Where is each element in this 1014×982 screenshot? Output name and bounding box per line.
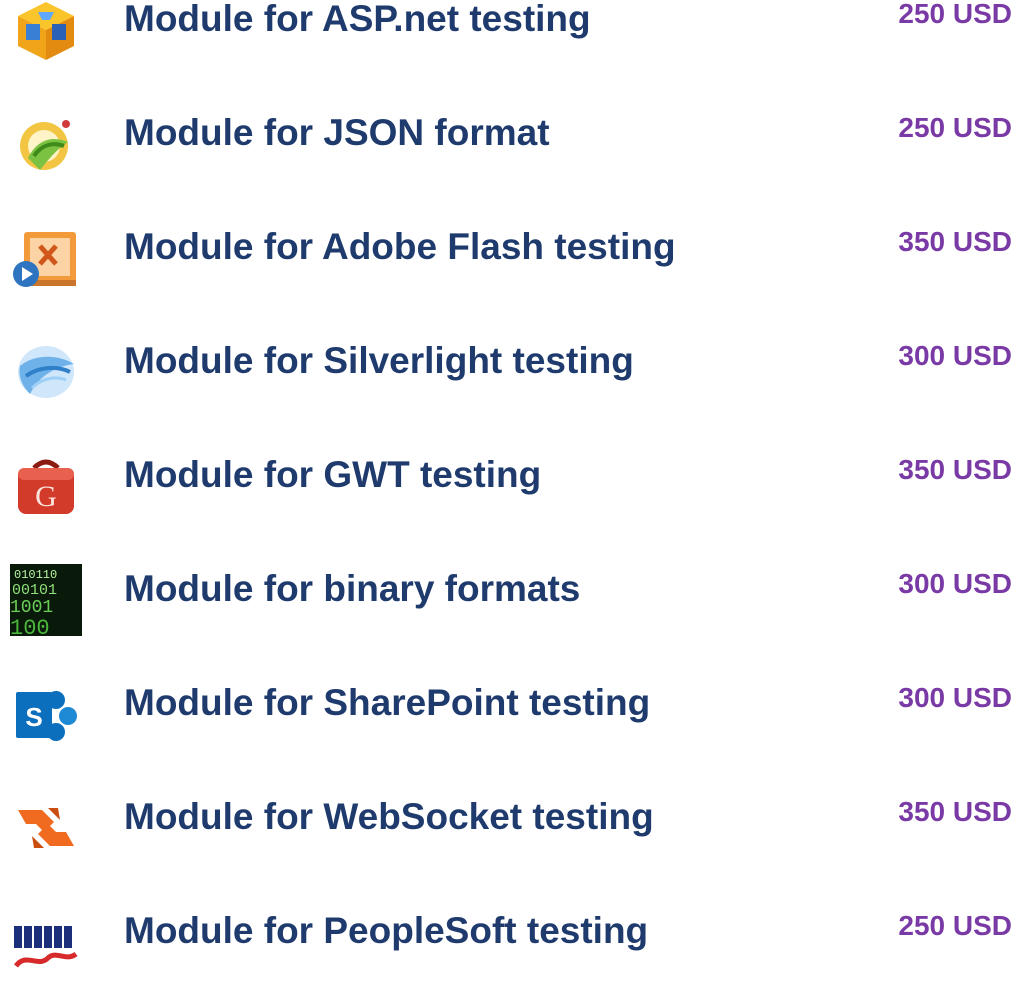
module-row: 010110 00101 1001 100 Module for binary … xyxy=(0,560,1014,640)
svg-text:00101: 00101 xyxy=(12,582,57,599)
module-row: Module for JSON format 250 USD xyxy=(0,104,1014,184)
module-price: 250 USD xyxy=(898,0,1012,29)
module-price: 300 USD xyxy=(898,340,1012,371)
gwt-toolbox-icon: G xyxy=(10,450,82,522)
binary-code-icon: 010110 00101 1001 100 xyxy=(10,564,82,636)
flash-video-icon xyxy=(10,222,82,294)
module-row: Module for PeopleSoft testing 250 USD xyxy=(0,902,1014,982)
module-name[interactable]: Module for PeopleSoft testing xyxy=(124,910,648,952)
module-price: 350 USD xyxy=(898,454,1012,485)
svg-text:1001: 1001 xyxy=(10,598,53,618)
svg-text:G: G xyxy=(35,480,57,513)
module-price: 250 USD xyxy=(898,910,1012,941)
peoplesoft-logo-icon xyxy=(10,906,82,978)
svg-text:100: 100 xyxy=(10,616,50,636)
module-row: Module for ASP.net testing 250 USD xyxy=(0,0,1014,70)
module-name[interactable]: Module for GWT testing xyxy=(124,454,541,496)
aspnet-cube-icon xyxy=(10,0,82,66)
module-price: 350 USD xyxy=(898,226,1012,257)
websocket-icon xyxy=(10,792,82,864)
sharepoint-icon: S xyxy=(10,678,82,750)
module-price: 300 USD xyxy=(898,568,1012,599)
module-name[interactable]: Module for ASP.net testing xyxy=(124,0,591,40)
module-name[interactable]: Module for SharePoint testing xyxy=(124,682,650,724)
module-name[interactable]: Module for JSON format xyxy=(124,112,550,154)
silverlight-icon xyxy=(10,336,82,408)
module-name[interactable]: Module for Adobe Flash testing xyxy=(124,226,676,268)
module-name[interactable]: Module for Silverlight testing xyxy=(124,340,634,382)
module-name[interactable]: Module for binary formats xyxy=(124,568,580,610)
svg-text:S: S xyxy=(25,702,42,732)
json-icon xyxy=(10,108,82,180)
module-name[interactable]: Module for WebSocket testing xyxy=(124,796,654,838)
module-row: G Module for GWT testing 350 USD xyxy=(0,446,1014,526)
module-price: 300 USD xyxy=(898,682,1012,713)
svg-text:010110: 010110 xyxy=(14,568,57,582)
module-row: Module for WebSocket testing 350 USD xyxy=(0,788,1014,868)
module-row: Module for Silverlight testing 300 USD xyxy=(0,332,1014,412)
module-row: S Module for SharePoint testing 300 USD xyxy=(0,674,1014,754)
module-row: Module for Adobe Flash testing 350 USD xyxy=(0,218,1014,298)
module-price: 350 USD xyxy=(898,796,1012,827)
module-price: 250 USD xyxy=(898,112,1012,143)
